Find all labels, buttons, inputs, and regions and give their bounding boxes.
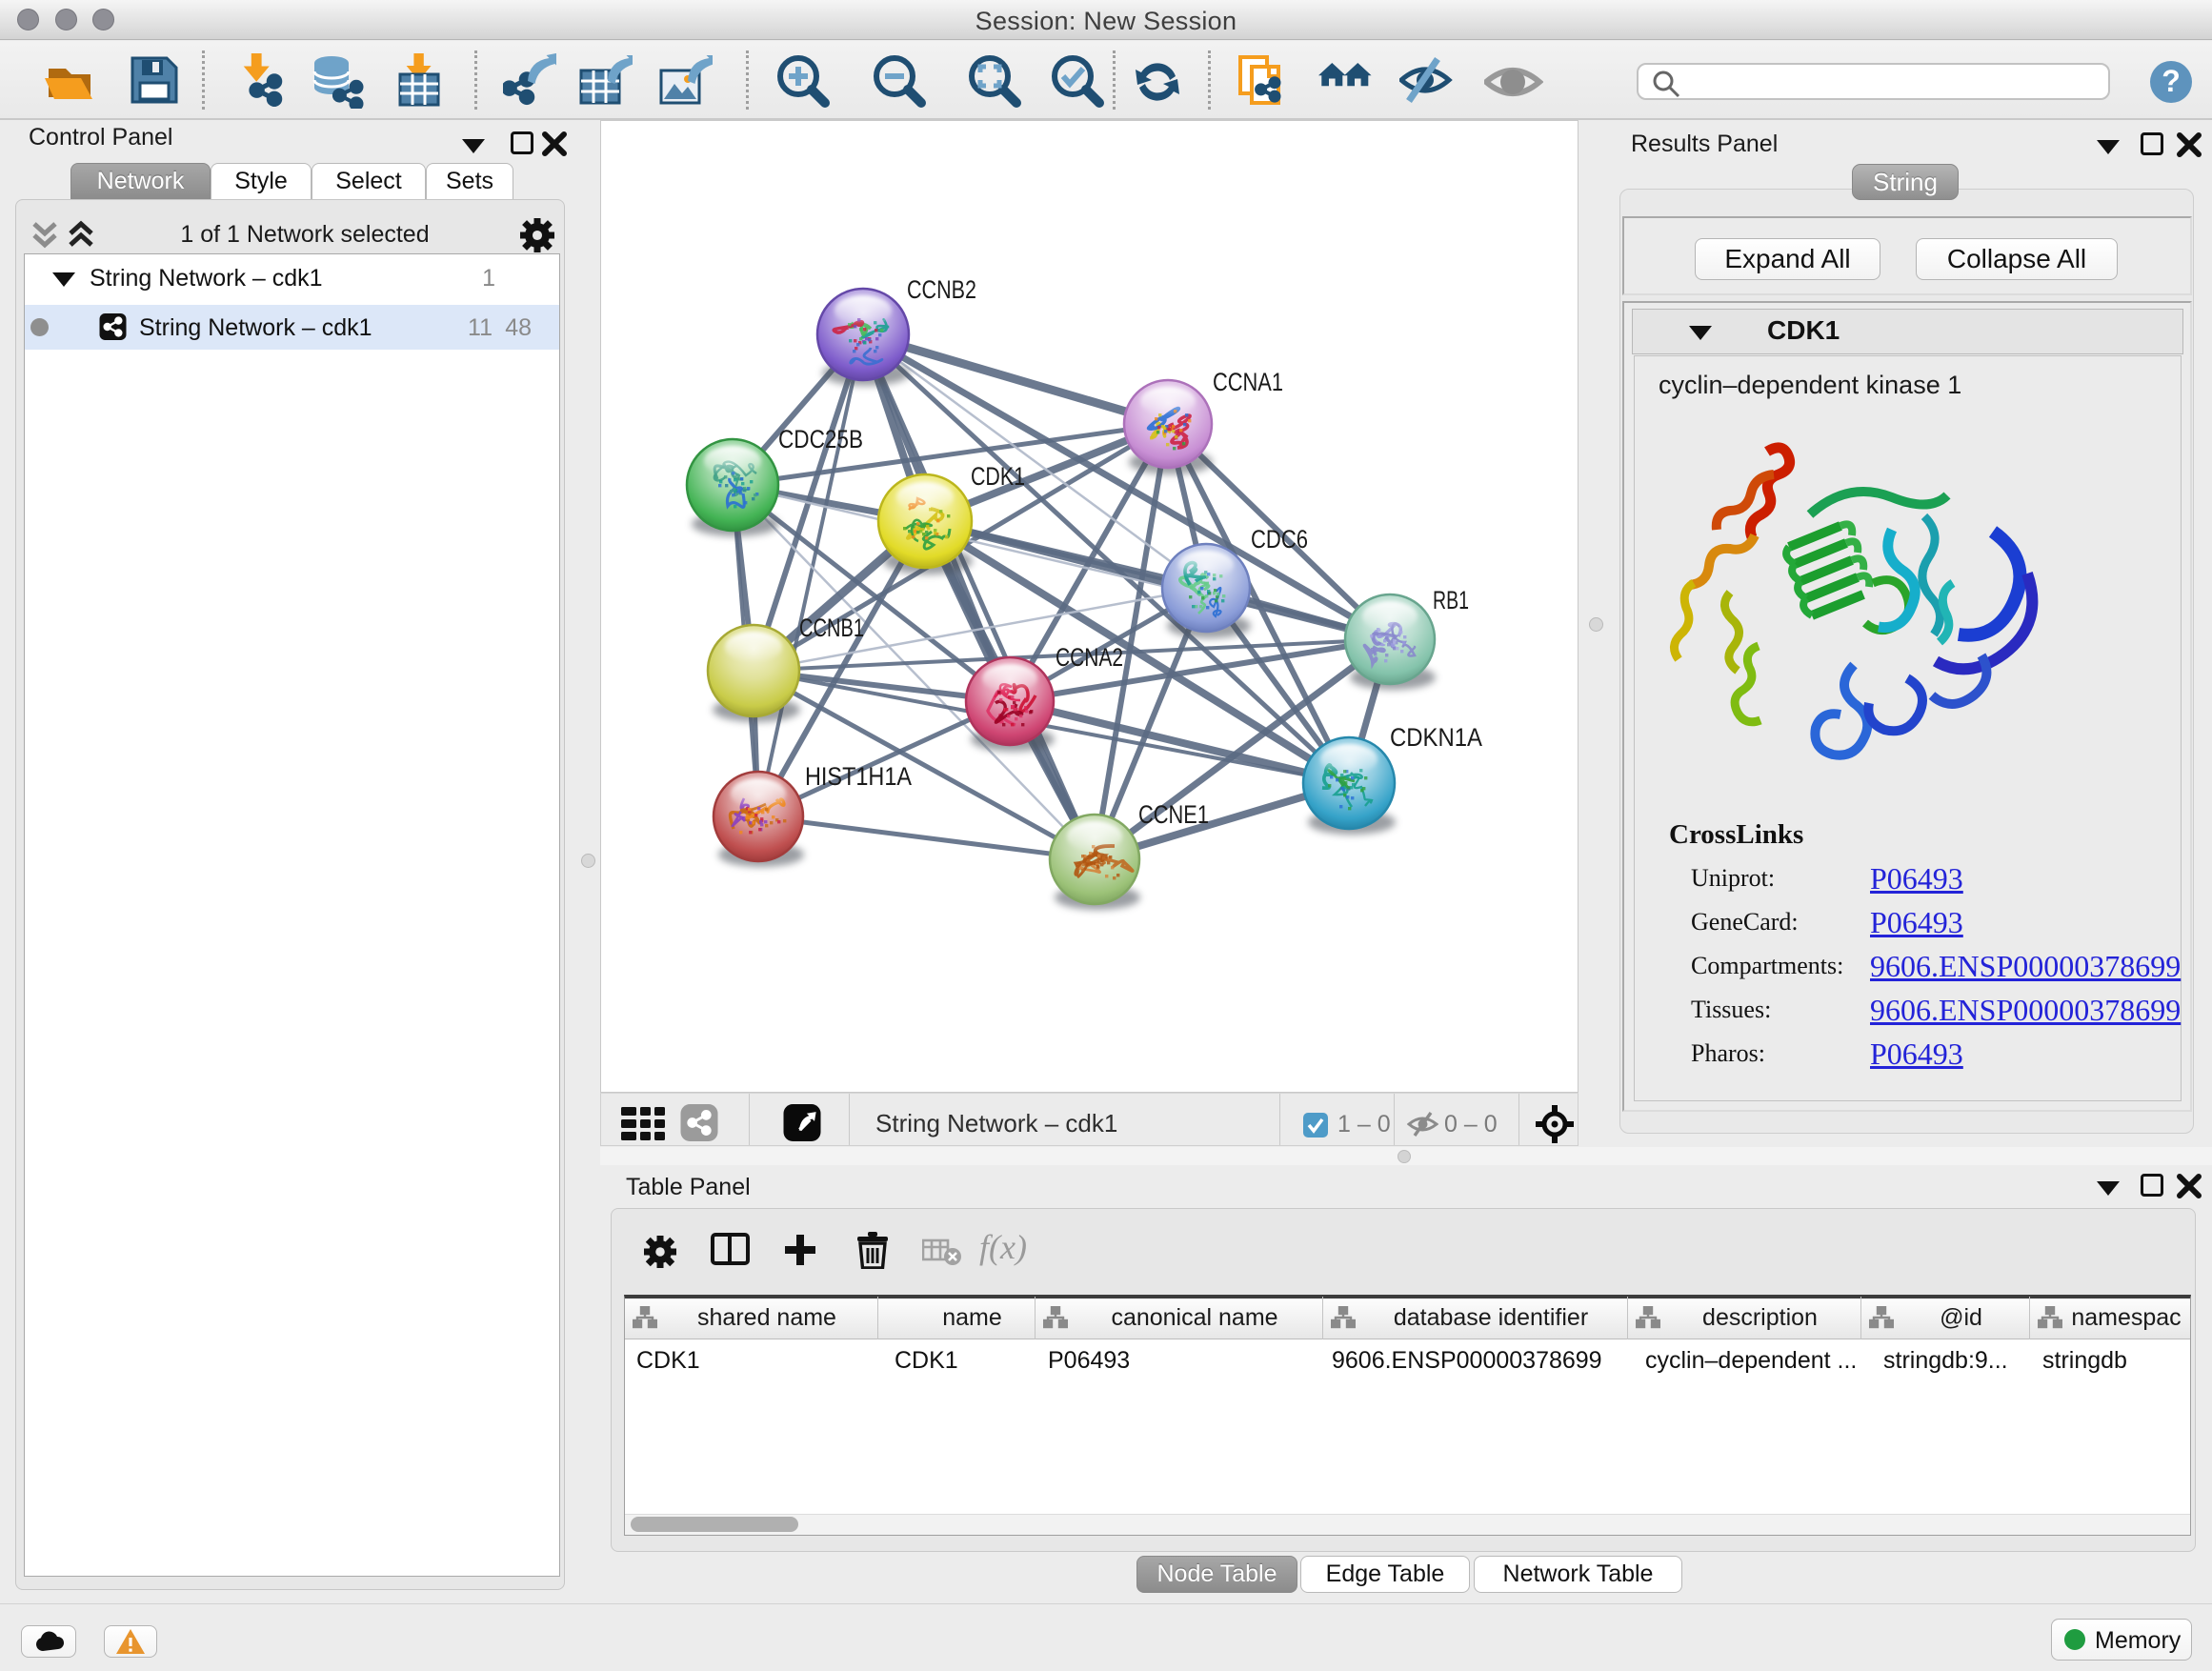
svg-text:RB1: RB1 (1433, 586, 1469, 614)
svg-text:CCNA1: CCNA1 (1213, 368, 1283, 396)
svg-text:CDKN1A: CDKN1A (1390, 723, 1482, 752)
svg-text:CDK1: CDK1 (971, 462, 1025, 491)
svg-text:HIST1H1A: HIST1H1A (805, 762, 912, 791)
svg-text:CDC6: CDC6 (1251, 525, 1308, 554)
svg-text:?: ? (2162, 64, 2181, 98)
svg-text:CCNB1: CCNB1 (799, 614, 864, 642)
svg-text:CDC25B: CDC25B (778, 425, 863, 453)
svg-text:CCNB2: CCNB2 (907, 275, 976, 304)
svg-text:CCNE1: CCNE1 (1138, 800, 1209, 829)
svg-text:CCNA2: CCNA2 (1056, 643, 1123, 672)
